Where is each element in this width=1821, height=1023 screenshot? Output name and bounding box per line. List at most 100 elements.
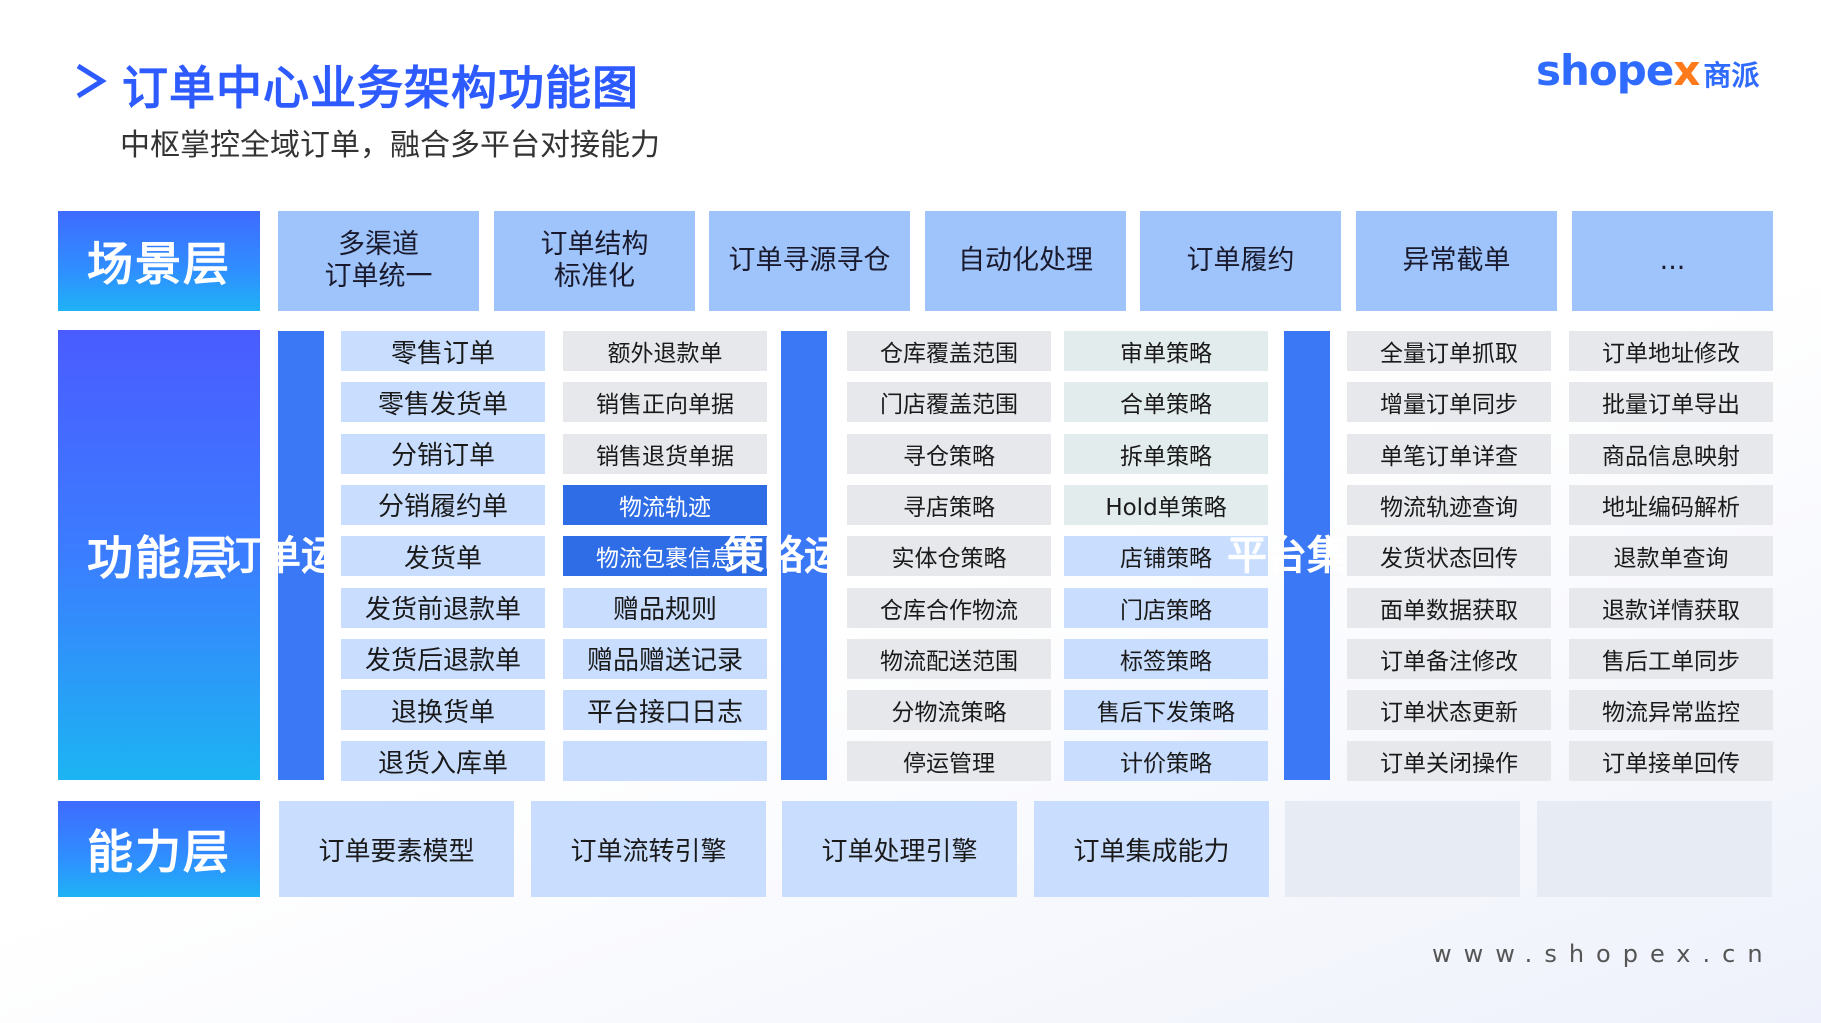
- title-arrow-icon: [76, 63, 107, 99]
- platform-integration-col2-item: 退款详情获取: [1569, 587, 1773, 628]
- platform-integration-header-char: 集: [1307, 532, 1347, 579]
- logo-word: shope: [1536, 46, 1674, 95]
- scene-item: 订单结构 标准化: [494, 211, 695, 311]
- scene-item: 自动化处理: [925, 211, 1126, 311]
- scene-item-text: 订单寻源寻仓: [729, 245, 891, 277]
- platform-integration-header: 平台集成: [1227, 331, 1387, 780]
- strategy-ops-col1-item: 寻仓策略: [847, 433, 1051, 474]
- strategy-ops-col2-item: 计价策略: [1064, 741, 1268, 782]
- strategy-ops-col1-item: 分物流策略: [847, 690, 1051, 731]
- capability-empty: [1537, 801, 1772, 897]
- capability-item: 订单要素模型: [279, 801, 514, 897]
- strategy-ops-col2-item: 合单策略: [1064, 382, 1268, 423]
- scene-item-line2: 标准化: [554, 261, 635, 292]
- strategy-ops-col2-item: 门店策略: [1064, 587, 1268, 628]
- strategy-ops-header-char: 略: [764, 532, 804, 579]
- strategy-ops-col1-item: 仓库合作物流: [847, 587, 1051, 628]
- strategy-ops-header: 策略运营: [724, 331, 884, 780]
- platform-integration-col2-item: 地址编码解析: [1569, 484, 1773, 525]
- scene-item-text: 自动化处理: [958, 245, 1093, 277]
- scene-item-text: 订单履约: [1187, 245, 1295, 277]
- order-ops-col1-item: 零售订单: [341, 331, 545, 371]
- platform-integration-col1-item: 发货状态回传: [1347, 536, 1551, 577]
- order-ops-header-char: 订: [221, 532, 261, 579]
- scene-item-line1: 订单履约: [1186, 245, 1295, 276]
- order-ops-col1-item: 分销订单: [341, 433, 545, 474]
- order-ops-header: 订单运营: [221, 331, 381, 780]
- strategy-ops-col1-item: 寻店策略: [847, 484, 1051, 525]
- logo-cn: 商派: [1703, 59, 1760, 92]
- layer-label-capability: 能力层: [58, 801, 260, 897]
- order-ops-col1-item: 发货单: [341, 536, 545, 577]
- platform-integration-col2-item: 批量订单导出: [1569, 382, 1773, 423]
- platform-integration-col2-item: 订单地址修改: [1569, 331, 1773, 371]
- platform-integration-col2-item: 物流异常监控: [1569, 690, 1773, 731]
- order-ops-col2-item: 赠品赠送记录: [563, 638, 767, 679]
- order-ops-col1-item: 发货后退款单: [341, 638, 545, 679]
- order-ops-col1-item: 零售发货单: [341, 382, 545, 423]
- scene-item-line1: 多渠道: [338, 229, 419, 260]
- capability-item: 订单集成能力: [1034, 801, 1269, 897]
- order-ops-header-char: 单: [261, 532, 301, 579]
- strategy-ops-col1-item: 物流配送范围: [847, 638, 1051, 679]
- order-ops-col2-empty: [563, 741, 767, 782]
- platform-integration-col2-item: 商品信息映射: [1569, 433, 1773, 474]
- strategy-ops-header-char: 策: [724, 532, 764, 579]
- logo-x: x: [1673, 46, 1700, 95]
- platform-integration-col2-item: 退款单查询: [1569, 536, 1773, 577]
- strategy-ops-col1-item: 门店覆盖范围: [847, 382, 1051, 423]
- order-ops-col2-item: 额外退款单: [563, 331, 767, 371]
- strategy-ops-col2-item: 审单策略: [1064, 331, 1268, 371]
- order-ops-col2-item: 物流轨迹: [563, 484, 767, 525]
- capability-empty: [1285, 801, 1520, 897]
- scene-item-line2: 订单统一: [324, 261, 433, 292]
- capability-item: 订单流转引擎: [531, 801, 766, 897]
- platform-integration-col1-item: 面单数据获取: [1347, 587, 1551, 628]
- website-url: www.shopex.cn: [1432, 940, 1775, 968]
- platform-integration-col1-item: 增量订单同步: [1347, 382, 1551, 423]
- scene-item-line1: 异常截单: [1402, 245, 1511, 276]
- strategy-ops-col1-item: 实体仓策略: [847, 536, 1051, 577]
- order-ops-col2-item: 平台接口日志: [563, 690, 767, 731]
- order-ops-header-char: 运: [301, 532, 341, 579]
- strategy-ops-col1-item: 仓库覆盖范围: [847, 331, 1051, 371]
- scene-item: 订单履约: [1140, 211, 1341, 311]
- scene-item: 订单寻源寻仓: [709, 211, 910, 311]
- platform-integration-col1-item: 订单状态更新: [1347, 690, 1551, 731]
- platform-integration-header-char: 平: [1227, 532, 1267, 579]
- scene-item: 异常截单: [1356, 211, 1557, 311]
- layer-label-scene: 场景层: [58, 211, 260, 311]
- capability-item: 订单处理引擎: [782, 801, 1017, 897]
- shopex-logo: shopex 商派: [1536, 46, 1759, 95]
- platform-integration-col1-item: 单笔订单详查: [1347, 433, 1551, 474]
- order-ops-col2-item: 赠品规则: [563, 587, 767, 628]
- scene-item: ...: [1572, 211, 1773, 311]
- scene-item-text: 订单结构 标准化: [541, 229, 649, 293]
- strategy-ops-header-char: 运: [804, 532, 844, 579]
- order-ops-col1-item: 退货入库单: [341, 741, 545, 782]
- order-ops-col2-item: 销售退货单据: [563, 433, 767, 474]
- scene-item: 多渠道 订单统一: [278, 211, 479, 311]
- order-ops-col1-item: 退换货单: [341, 690, 545, 731]
- page-subtitle: 中枢掌控全域订单，融合多平台对接能力: [120, 128, 660, 163]
- platform-integration-col2-item: 订单接单回传: [1569, 741, 1773, 782]
- scene-item-line1: 自动化处理: [958, 245, 1093, 276]
- scene-item-text: ...: [1660, 245, 1686, 277]
- platform-integration-col1-item: 物流轨迹查询: [1347, 484, 1551, 525]
- strategy-ops-col2-item: 标签策略: [1064, 638, 1268, 679]
- platform-integration-col1-item: 订单关闭操作: [1347, 741, 1551, 782]
- strategy-ops-col2-item: 拆单策略: [1064, 433, 1268, 474]
- platform-integration-col1-item: 订单备注修改: [1347, 638, 1551, 679]
- page-title: 订单中心业务架构功能图: [122, 61, 639, 115]
- order-ops-col1-item: 分销履约单: [341, 484, 545, 525]
- strategy-ops-col2-item: 售后下发策略: [1064, 690, 1268, 731]
- platform-integration-col1-item: 全量订单抓取: [1347, 331, 1551, 371]
- order-ops-col2-item: 销售正向单据: [563, 382, 767, 423]
- platform-integration-header-char: 台: [1267, 532, 1307, 579]
- scene-item-text: 异常截单: [1403, 245, 1511, 277]
- scene-item-line1: 订单结构: [540, 229, 649, 260]
- scene-item-line1: 订单寻源寻仓: [728, 245, 891, 276]
- platform-integration-col2-item: 售后工单同步: [1569, 638, 1773, 679]
- strategy-ops-col1-item: 停运管理: [847, 741, 1051, 782]
- strategy-ops-col2-item: Hold单策略: [1064, 484, 1268, 525]
